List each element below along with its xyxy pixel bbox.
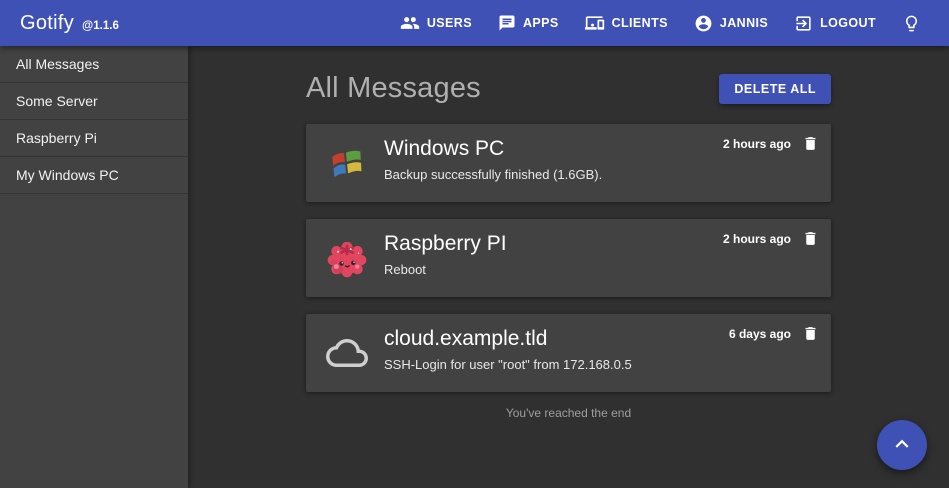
sidebar-item-label: My Windows PC [16, 167, 119, 183]
message-timestamp: 2 hours ago [723, 232, 791, 246]
sidebar-item-some-server[interactable]: Some Server [0, 83, 188, 120]
delete-message-button[interactable] [802, 325, 819, 342]
nav-item-user-jannis[interactable]: JANNIS [694, 14, 768, 33]
nav-item-apps[interactable]: APPS [498, 14, 559, 32]
message-text: cloud.example.tld SSH-Login for user "ro… [384, 314, 831, 372]
message-text: Windows PC Backup successfully finished … [384, 124, 831, 182]
sidebar-item-all-messages[interactable]: All Messages [0, 46, 188, 83]
sidebar-item-raspberry-pi[interactable]: Raspberry Pi [0, 120, 188, 157]
theme-toggle-button[interactable] [902, 14, 921, 33]
trash-icon [802, 330, 819, 345]
content-header: All Messages DELETE ALL [306, 72, 831, 105]
message-card-raspberry-pi: Raspberry PI Reboot 2 hours ago [306, 219, 831, 297]
sidebar-item-my-windows-pc[interactable]: My Windows PC [0, 157, 188, 194]
scroll-to-top-fab[interactable] [877, 420, 927, 470]
message-timestamp: 2 hours ago [723, 137, 791, 151]
nav-label-clients: CLIENTS [612, 16, 668, 30]
trash-icon [802, 235, 819, 250]
page-title: All Messages [306, 72, 481, 105]
message-meta: 2 hours ago [723, 135, 819, 152]
main-content: All Messages DELETE ALL Windows PC Backu… [188, 46, 949, 488]
nav-label-logout: LOGOUT [820, 16, 876, 30]
sidebar-item-label: All Messages [16, 56, 99, 72]
nav-label-users: USERS [427, 16, 472, 30]
trash-icon [802, 140, 819, 155]
delete-message-button[interactable] [802, 135, 819, 152]
message-card-windows-pc: Windows PC Backup successfully finished … [306, 124, 831, 202]
end-of-list-text: You've reached the end [306, 406, 831, 420]
app-brand: Gotify @1.1.6 [20, 12, 119, 35]
message-body: Backup successfully finished (1.6GB). [384, 167, 831, 182]
message-meta: 2 hours ago [723, 230, 819, 247]
windows-logo-icon [326, 142, 368, 184]
nav-item-users[interactable]: USERS [400, 13, 472, 33]
nav-label-jannis: JANNIS [720, 16, 768, 30]
chevron-up-icon [889, 431, 915, 460]
message-text: Raspberry PI Reboot [384, 219, 831, 277]
sidebar-item-label: Some Server [16, 93, 98, 109]
account-icon [694, 14, 713, 33]
delete-all-button[interactable]: DELETE ALL [719, 74, 831, 104]
nav-label-apps: APPS [523, 16, 559, 30]
message-body: SSH-Login for user "root" from 172.168.0… [384, 357, 831, 372]
apps-icon [498, 14, 516, 32]
nav-item-clients[interactable]: CLIENTS [585, 13, 668, 33]
message-body: Reboot [384, 262, 831, 277]
nav-item-logout[interactable]: LOGOUT [794, 14, 876, 33]
message-card-cloud: cloud.example.tld SSH-Login for user "ro… [306, 314, 831, 392]
message-timestamp: 6 days ago [729, 327, 791, 341]
users-icon [400, 13, 420, 33]
raspberry-logo-icon [326, 237, 368, 279]
sidebar-item-label: Raspberry Pi [16, 130, 97, 146]
clients-icon [585, 13, 605, 33]
delete-message-button[interactable] [802, 230, 819, 247]
message-meta: 6 days ago [729, 325, 819, 342]
app-version: @1.1.6 [82, 20, 119, 32]
navbar-menu: USERS APPS CLIENTS JANNIS LOGOUT [400, 13, 921, 33]
cloud-icon [326, 332, 368, 374]
lightbulb-icon [902, 14, 921, 33]
channel-sidebar: All Messages Some Server Raspberry Pi My… [0, 46, 188, 488]
logout-icon [794, 14, 813, 33]
app-title: Gotify [20, 12, 74, 35]
top-navbar: Gotify @1.1.6 USERS APPS CLIENTS JANNIS [0, 0, 949, 46]
